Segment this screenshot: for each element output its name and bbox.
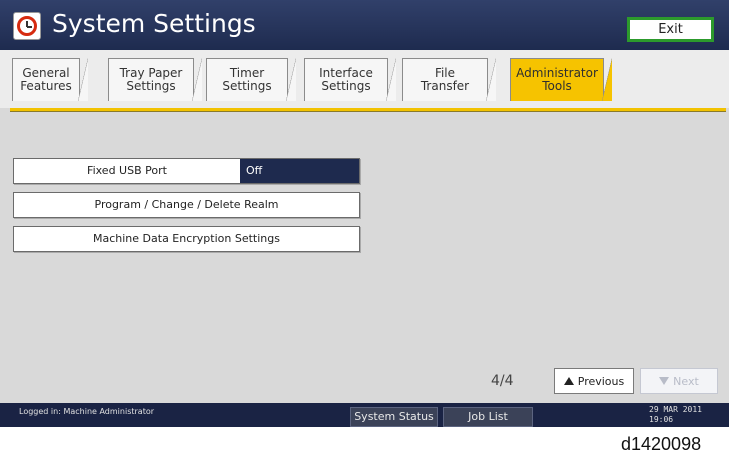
date-time: 29 MAR 2011 19:06: [649, 405, 702, 425]
previous-label: Previous: [577, 374, 625, 388]
next-button[interactable]: Next: [640, 368, 718, 394]
screen: System Settings Exit General Features Tr…: [0, 0, 729, 427]
title-bar: System Settings Exit: [0, 0, 729, 50]
time-text: 19:06: [649, 415, 674, 424]
previous-button[interactable]: Previous: [554, 368, 634, 394]
fixed-usb-port-button[interactable]: Fixed USB Port Off: [13, 158, 360, 184]
up-arrow-icon: [563, 377, 574, 385]
tab-administrator-tools[interactable]: Administrator Tools: [510, 58, 612, 101]
tab-underline-shadow: [10, 111, 726, 112]
job-list-button[interactable]: Job List: [443, 407, 533, 427]
fixed-usb-port-label: Fixed USB Port: [87, 164, 167, 177]
fixed-usb-port-value: Off: [240, 159, 359, 183]
figure-id: d1420098: [621, 434, 702, 454]
program-change-delete-realm-button[interactable]: Program / Change / Delete Realm: [13, 192, 360, 218]
next-label: Next: [673, 374, 699, 388]
tab-interface-settings[interactable]: Interface Settings: [304, 58, 396, 101]
page-indicator: 4/4: [491, 373, 514, 389]
date-text: 29 MAR 2011: [649, 405, 702, 414]
down-arrow-icon: [659, 377, 670, 385]
machine-data-encryption-settings-button[interactable]: Machine Data Encryption Settings: [13, 226, 360, 252]
tab-general-features[interactable]: General Features: [12, 58, 88, 101]
tab-file-transfer[interactable]: File Transfer: [402, 58, 496, 101]
tab-timer-settings[interactable]: Timer Settings: [206, 58, 296, 101]
logged-in-text: Logged in: Machine Administrator: [19, 407, 155, 416]
page-title: System Settings: [52, 9, 256, 38]
tab-tray-paper-settings[interactable]: Tray Paper Settings: [108, 58, 202, 101]
system-settings-icon: [13, 12, 41, 40]
tab-strip: General Features Tray Paper Settings Tim…: [0, 50, 729, 108]
exit-button[interactable]: Exit: [627, 17, 714, 42]
status-bar: Logged in: Machine Administrator System …: [0, 403, 729, 427]
system-status-button[interactable]: System Status: [350, 407, 438, 427]
